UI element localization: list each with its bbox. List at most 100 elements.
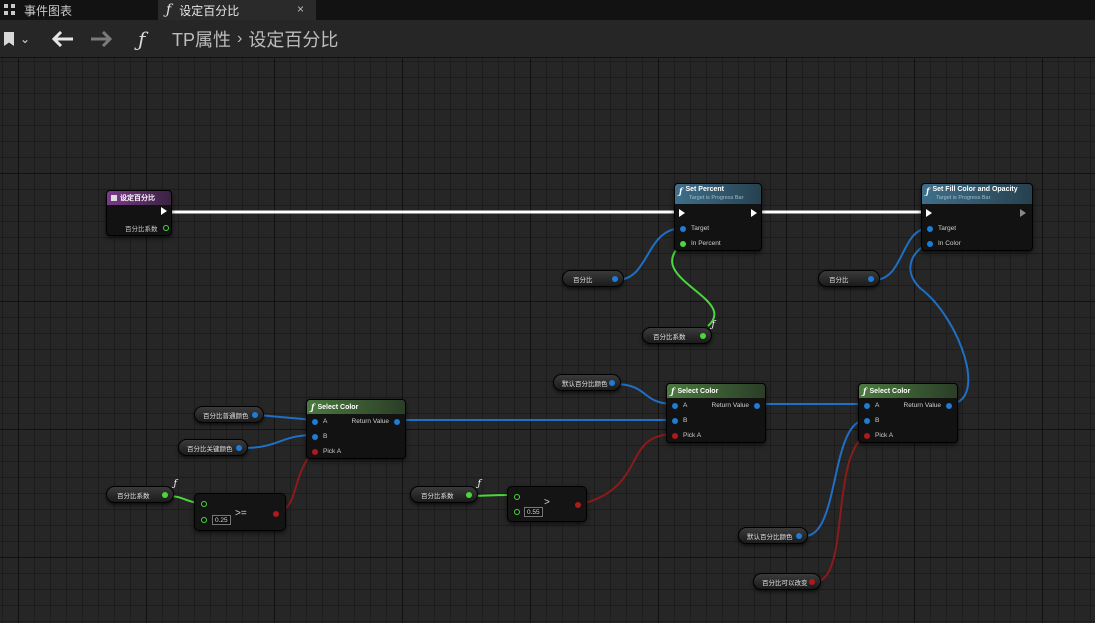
node-header: ƒ Select Color (307, 400, 405, 414)
tab-set-percent[interactable]: ƒ 设定百分比 × (158, 0, 316, 20)
a-pin[interactable]: A (312, 418, 327, 425)
pin-label: In Color (938, 240, 961, 247)
variable-getter-default-color[interactable]: 默认百分比颜色 (738, 527, 808, 544)
exec-out-pin[interactable] (751, 209, 757, 217)
a-pin[interactable]: A (864, 402, 879, 409)
graph-grid-icon (4, 4, 16, 16)
float-wire (671, 242, 716, 327)
node-title: Select Color (677, 387, 719, 395)
output-pin[interactable] (575, 502, 581, 508)
pick-a-pin[interactable]: Pick A (864, 432, 893, 439)
variable-getter-percent-coefficient[interactable]: 百分比系数 ƒ (106, 479, 177, 503)
pick-a-pin[interactable]: Pick A (312, 448, 341, 455)
node-title: 设定百分比 (120, 195, 155, 202)
color-wire (804, 419, 867, 537)
output-pin[interactable]: 百分比系数 (125, 223, 169, 233)
output-pin[interactable] (162, 492, 168, 498)
variable-getter-default-color[interactable]: 默认百分比颜色 (553, 374, 621, 391)
output-pin[interactable] (612, 276, 618, 282)
variable-getter-critical-color[interactable]: 百分比关键颜色 (178, 439, 248, 456)
exec-out-pin[interactable] (161, 207, 167, 215)
tab-label: 设定百分比 (179, 3, 240, 18)
set-fill-color-node[interactable]: ƒ Set Fill Color and Opacity Target is P… (921, 183, 1033, 251)
color-wire (909, 242, 970, 405)
b-pin[interactable]: B (312, 433, 327, 440)
target-pin[interactable]: Target (680, 225, 709, 232)
pin-label: In Percent (691, 240, 721, 247)
output-pin[interactable] (466, 492, 472, 498)
variable-getter-percent-coefficient[interactable]: 百分比系数 ƒ (642, 320, 715, 344)
variable-getter-percent-coefficient[interactable]: 百分比系数 ƒ (410, 479, 481, 503)
pin-label: Pick A (875, 432, 894, 439)
output-pin[interactable] (700, 333, 706, 339)
tab-event-graph[interactable]: 事件图表 (0, 0, 156, 20)
node-header: ƒ Set Fill Color and Opacity Target is P… (922, 184, 1032, 204)
node-header: 设定百分比 (107, 191, 171, 205)
select-color-node[interactable]: ƒ Select Color A B Pick A Return Value (666, 383, 766, 443)
exec-out-pin[interactable] (1020, 209, 1026, 217)
tab-bar: 事件图表 ƒ 设定百分比 × (0, 0, 1095, 20)
b-pin[interactable]: B (864, 417, 879, 424)
function-local-icon: ƒ (173, 479, 177, 489)
output-pin[interactable] (609, 380, 615, 386)
input-a-pin[interactable] (514, 494, 520, 500)
blueprint-graph-canvas[interactable]: 设定百分比 百分比系数 ƒ Set Percent Target is Prog… (0, 58, 1095, 623)
compare-greater-node[interactable]: 0.55 > (507, 486, 587, 522)
bookmark-icon (4, 32, 14, 46)
a-pin[interactable]: A (672, 402, 687, 409)
input-b-pin[interactable] (514, 509, 520, 515)
close-tab-icon[interactable]: × (297, 2, 304, 16)
output-pin[interactable] (252, 412, 258, 418)
pin-label: Target (938, 225, 957, 232)
pin-label: A (683, 402, 688, 409)
select-color-node[interactable]: ƒ Select Color A B Pick A Return Value (858, 383, 958, 443)
input-a-pin[interactable] (201, 501, 207, 507)
graph-toolbar: ⌄ ƒ TP属性 › 设定百分比 (0, 20, 1095, 58)
color-wire (242, 434, 315, 449)
output-pin[interactable] (868, 276, 874, 282)
breadcrumb-item[interactable]: TP属性 (172, 26, 231, 52)
output-pin[interactable] (796, 533, 802, 539)
output-pin[interactable] (809, 579, 815, 585)
breadcrumb: TP属性 › 设定百分比 (172, 20, 338, 58)
compare-value-field[interactable]: 0.55 (524, 507, 543, 517)
tab-label: 事件图表 (24, 3, 73, 18)
forward-button[interactable] (90, 20, 112, 58)
input-b-pin[interactable] (201, 517, 207, 523)
back-button[interactable] (52, 20, 74, 58)
variable-getter-normal-color[interactable]: 百分比普通颜色 (194, 406, 264, 423)
in-color-pin[interactable]: In Color (927, 240, 961, 247)
compare-value-field[interactable]: 0.25 (212, 515, 231, 525)
variable-label: 百分比 (573, 276, 593, 284)
target-pin[interactable]: Target (927, 225, 956, 232)
compare-greater-equal-node[interactable]: 0.25 >= (194, 493, 286, 531)
pin-label: A (323, 418, 328, 425)
bookmark-button[interactable]: ⌄ (4, 20, 38, 58)
in-percent-pin[interactable]: In Percent (680, 240, 721, 247)
output-pin[interactable] (236, 445, 242, 451)
pin-label: Return Value (903, 402, 941, 409)
pin-label: Pick A (323, 448, 342, 455)
variable-getter-percent[interactable]: 百分比 (562, 270, 624, 287)
function-entry-node[interactable]: 设定百分比 百分比系数 (106, 190, 172, 236)
variable-label: 百分比关键颜色 (187, 445, 233, 453)
return-value-pin[interactable]: Return Value (352, 418, 400, 425)
pin-label: B (683, 417, 688, 424)
variable-label: 百分比系数 (653, 333, 686, 341)
output-pin[interactable] (273, 511, 279, 517)
b-pin[interactable]: B (672, 417, 687, 424)
pick-a-pin[interactable]: Pick A (672, 432, 701, 439)
breadcrumb-separator: › (237, 30, 243, 47)
exec-in-pin[interactable] (926, 209, 932, 217)
return-value-pin[interactable]: Return Value (712, 402, 760, 409)
function-icon: ƒ (138, 27, 146, 51)
variable-label: 百分比普通颜色 (203, 412, 249, 420)
return-value-pin[interactable]: Return Value (904, 402, 952, 409)
bool-wire (577, 433, 676, 506)
select-color-node[interactable]: ƒ Select Color A B Pick A Return Value (306, 399, 406, 459)
set-percent-node[interactable]: ƒ Set Percent Target is Progress Bar Tar… (674, 183, 762, 251)
variable-getter-can-change[interactable]: 百分比可以改变 (753, 573, 821, 590)
node-title: Set Percent (685, 186, 724, 193)
exec-in-pin[interactable] (679, 209, 685, 217)
variable-getter-percent[interactable]: 百分比 (818, 270, 880, 287)
